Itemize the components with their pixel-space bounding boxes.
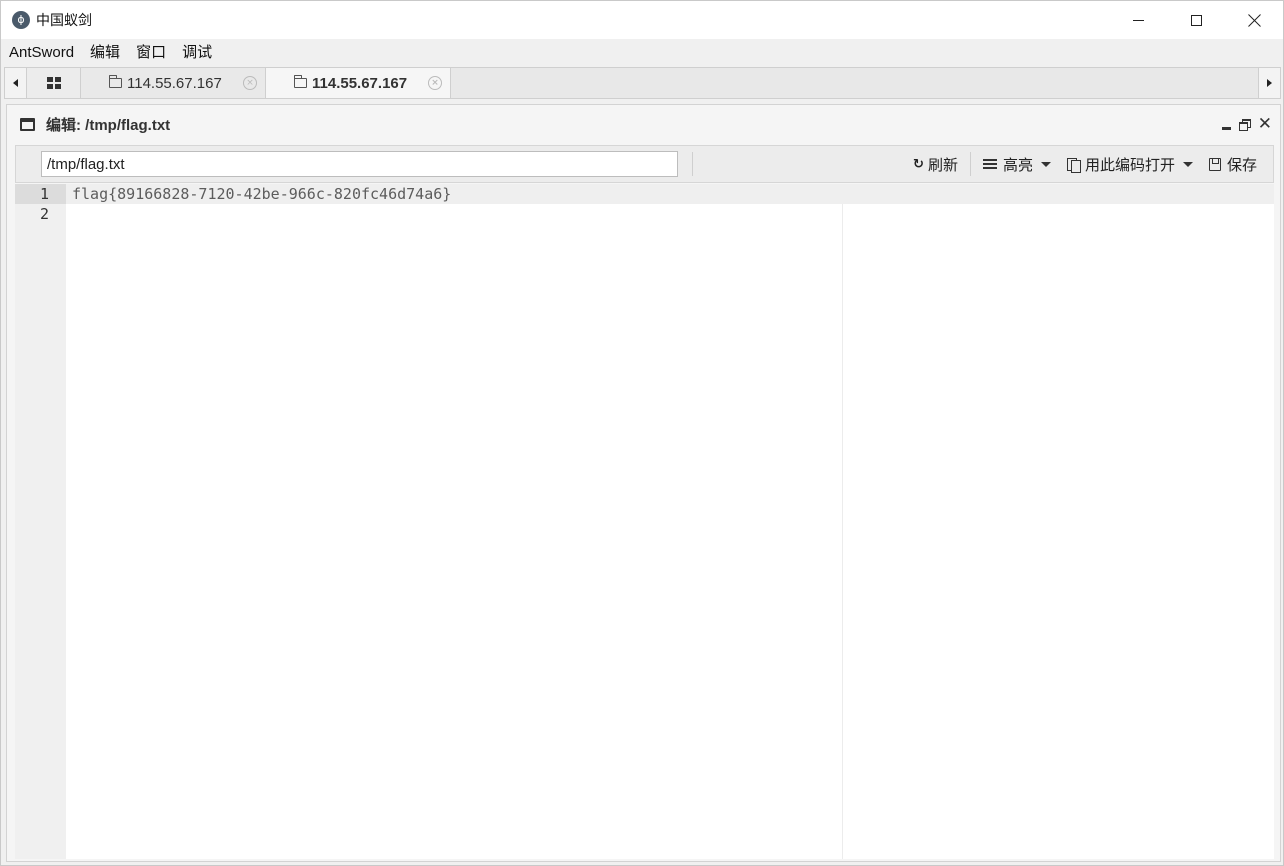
refresh-icon: ↻	[913, 156, 924, 172]
open-with-encoding-button[interactable]: 用此编码打开	[1059, 146, 1201, 182]
tab-shell-2[interactable]: 114.55.67.167 ×	[266, 68, 451, 98]
code-area[interactable]: flag{89166828-7120-42be-966c-820fc46d74a…	[66, 184, 1274, 859]
tab-close-icon[interactable]: ×	[243, 76, 257, 90]
editor-toolbar: ↻ 刷新 高亮 用此编码打开 保存	[15, 145, 1274, 183]
panel-title: 编辑: /tmp/flag.txt	[46, 116, 171, 134]
panel-controls: ✕	[1221, 116, 1272, 133]
encoding-label: 用此编码打开	[1084, 156, 1175, 174]
toolbar-separator	[692, 152, 693, 176]
toolbar-actions: ↻ 刷新 高亮 用此编码打开 保存	[905, 146, 1273, 182]
highlight-button[interactable]: 高亮	[975, 146, 1059, 182]
menu-edit[interactable]: 编辑	[82, 39, 128, 66]
app-window: ϕ 中国蚁剑 AntSword 编辑 窗口 调试 114.55.67.167 ×…	[0, 0, 1284, 866]
tab-strip: 114.55.67.167 × 114.55.67.167 ×	[4, 67, 1281, 99]
menu-debug[interactable]: 调试	[174, 39, 220, 66]
menu-antsword[interactable]: AntSword	[1, 39, 82, 66]
tab-scroll-left-button[interactable]	[5, 68, 27, 98]
close-icon	[1248, 14, 1261, 27]
print-margin	[842, 204, 843, 859]
maximize-icon	[1190, 14, 1202, 26]
panel-minimize-icon[interactable]	[1221, 126, 1231, 130]
code-line[interactable]: flag{89166828-7120-42be-966c-820fc46d74a…	[66, 184, 1274, 204]
encoding-icon	[1066, 157, 1081, 173]
chevron-down-icon	[1040, 161, 1051, 167]
minimize-icon	[1132, 19, 1144, 21]
code-line[interactable]	[66, 204, 1274, 224]
line-number: 1	[15, 184, 66, 204]
path-input[interactable]	[41, 151, 678, 177]
line-number-gutter: 1 2	[15, 184, 66, 859]
folder-icon	[294, 75, 307, 88]
tab-close-icon[interactable]: ×	[428, 76, 442, 90]
caret-right-icon	[1267, 79, 1272, 87]
save-button[interactable]: 保存	[1201, 146, 1273, 182]
tab-home[interactable]	[27, 68, 81, 98]
folder-icon	[109, 75, 122, 88]
menu-window[interactable]: 窗口	[128, 39, 174, 66]
save-icon	[1208, 157, 1221, 171]
panel-header: 编辑: /tmp/flag.txt ✕	[7, 105, 1280, 143]
list-icon	[982, 159, 997, 169]
antsword-logo-icon: ϕ	[12, 11, 30, 29]
window-controls	[1109, 1, 1283, 39]
refresh-button[interactable]: ↻ 刷新	[905, 146, 966, 182]
panel-close-icon[interactable]: ✕	[1258, 116, 1272, 133]
tab-label: 114.55.67.167	[312, 74, 408, 92]
minimize-button[interactable]	[1109, 1, 1167, 39]
window-icon	[20, 117, 35, 131]
chevron-down-icon	[1182, 161, 1193, 167]
save-label: 保存	[1226, 156, 1257, 174]
close-window-button[interactable]	[1225, 1, 1283, 39]
tab-scroll-right-button[interactable]	[1258, 68, 1280, 98]
editor-panel: 编辑: /tmp/flag.txt ✕ ↻ 刷新 高亮	[6, 104, 1281, 862]
tab-label: 114.55.67.167	[127, 74, 222, 92]
refresh-label: 刷新	[927, 156, 958, 174]
code-editor[interactable]: 1 2 flag{89166828-7120-42be-966c-820fc46…	[15, 184, 1274, 859]
maximize-button[interactable]	[1167, 1, 1225, 39]
grid-icon	[46, 77, 61, 89]
highlight-label: 高亮	[1002, 156, 1033, 174]
line-number: 2	[39, 205, 49, 223]
toolbar-divider	[969, 152, 971, 176]
menu-bar: AntSword 编辑 窗口 调试	[1, 39, 1283, 66]
title-bar: ϕ 中国蚁剑	[1, 1, 1283, 39]
caret-left-icon	[13, 79, 18, 87]
panel-restore-icon[interactable]	[1238, 119, 1251, 131]
window-title: 中国蚁剑	[36, 12, 92, 28]
tab-shell-1[interactable]: 114.55.67.167 ×	[81, 68, 266, 98]
